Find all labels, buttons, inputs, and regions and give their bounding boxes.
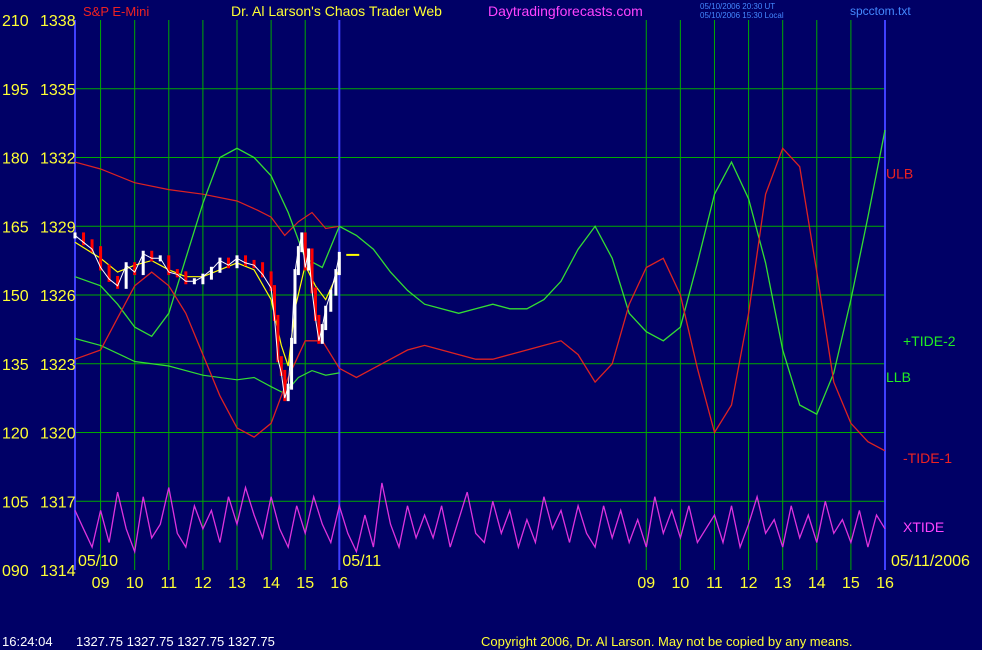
x-tick-label: 14	[808, 575, 826, 592]
y-tick-label-tide: 195	[2, 82, 29, 99]
y-tick-label-tide: 165	[2, 219, 29, 236]
y-tick-label-tide: 120	[2, 426, 29, 443]
x-tick-label: 10	[671, 575, 689, 592]
y-tick-label-price: 1314	[40, 563, 76, 580]
series-label: -TIDE-1	[903, 450, 952, 466]
x-tick-label: 12	[740, 575, 758, 592]
date-label: 05/10	[78, 553, 118, 570]
x-tick-label: 16	[330, 575, 348, 592]
x-tick-label: 12	[194, 575, 212, 592]
x-tick-label: 10	[126, 575, 144, 592]
y-tick-label-price: 1335	[40, 82, 76, 99]
x-tick-label: 09	[92, 575, 110, 592]
y-tick-label-tide: 150	[2, 288, 29, 305]
timestamp-ut: 05/10/2006 20:30 UT	[700, 2, 775, 11]
y-tick-label-price: 1326	[40, 288, 76, 305]
chart-background	[0, 0, 982, 650]
x-tick-label: 11	[706, 575, 723, 592]
x-tick-label: 16	[876, 575, 894, 592]
y-tick-label-tide: 090	[2, 563, 29, 580]
y-tick-label-tide: 180	[2, 151, 29, 168]
x-tick-label: 13	[774, 575, 792, 592]
y-tick-label-price: 1323	[40, 357, 76, 374]
x-tick-label: 15	[296, 575, 314, 592]
y-tick-label-price: 1329	[40, 219, 76, 236]
data-file-name: spcctom.txt	[850, 4, 911, 18]
series-label: XTIDE	[903, 519, 944, 535]
date-label: 05/11/2006	[891, 553, 970, 570]
y-tick-label-tide: 210	[2, 13, 29, 30]
chart-title: Dr. Al Larson's Chaos Trader Web	[231, 3, 442, 19]
series-label: ULB	[886, 166, 913, 182]
x-tick-label: 09	[637, 575, 655, 592]
footer-copyright: Copyright 2006, Dr. Al Larson. May not b…	[481, 634, 852, 649]
y-tick-label-price: 1338	[40, 13, 76, 30]
x-tick-label: 13	[228, 575, 246, 592]
y-tick-label-tide: 105	[2, 494, 29, 511]
timestamp-local: 05/10/2006 15:30 Local	[700, 11, 784, 20]
x-tick-label: 15	[842, 575, 860, 592]
series-label: +TIDE-2	[903, 333, 956, 349]
y-tick-label-price: 1332	[40, 151, 76, 168]
site-link[interactable]: Daytradingforecasts.com	[488, 3, 643, 19]
x-tick-label: 14	[262, 575, 280, 592]
footer-quotes: 1327.75 1327.75 1327.75 1327.75	[76, 634, 275, 649]
chart: 210 1338 195 1335 180 1332 165 1329 150 1326 135 13…	[0, 0, 982, 650]
y-tick-label-tide: 135	[2, 357, 29, 374]
instrument-label: S&P E-Mini	[83, 4, 149, 19]
footer-time: 16:24:04	[2, 634, 53, 649]
x-tick-label: 11	[160, 575, 177, 592]
y-tick-label-price: 1320	[40, 426, 76, 443]
series-label: LLB	[886, 369, 911, 385]
date-label: 05/11	[342, 553, 381, 570]
y-tick-label-price: 1317	[40, 494, 76, 511]
